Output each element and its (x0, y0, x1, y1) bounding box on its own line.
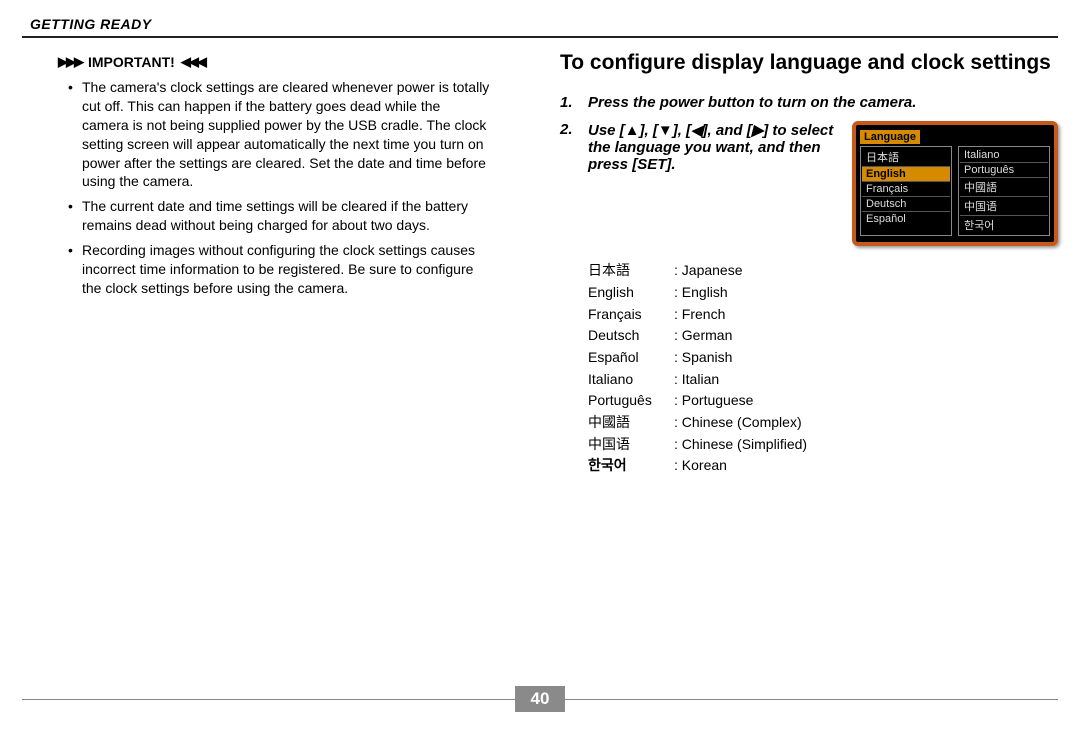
table-row: 한국어: Korean (588, 455, 1058, 477)
list-item: Recording images without configuring the… (82, 241, 490, 298)
screen-lang-item: 中国语 (960, 197, 1048, 216)
lang-native: Français (588, 304, 674, 326)
important-bullet-list: The camera's clock settings are cleared … (82, 78, 520, 298)
lang-native: Português (588, 390, 674, 412)
table-row: Español: Spanish (588, 347, 1058, 369)
table-row: 中国语: Chinese (Simplified) (588, 434, 1058, 456)
left-column: ▶▶▶ IMPORTANT! ◀◀◀ The camera's clock se… (22, 48, 520, 477)
table-row: Français: French (588, 304, 1058, 326)
step-1: 1. Press the power button to turn on the… (560, 94, 1058, 111)
screen-lang-col-left: 日本語 English Français Deutsch Español (860, 146, 952, 236)
right-column: To configure display language and clock … (560, 48, 1058, 477)
table-row: Italiano: Italian (588, 369, 1058, 391)
lang-native: 中國語 (588, 412, 674, 434)
screen-lang-item: Français (862, 182, 950, 197)
step-number: 1. (560, 94, 578, 111)
screen-lang-item: Italiano (960, 148, 1048, 163)
triangle-left-icon: ◀◀◀ (181, 54, 205, 70)
page-title: To configure display language and clock … (560, 50, 1058, 76)
screen-lang-item: Español (862, 212, 950, 226)
table-row: Português: Portuguese (588, 390, 1058, 412)
lang-desc: : Japanese (674, 260, 743, 282)
lang-native: English (588, 282, 674, 304)
table-row: 中國語: Chinese (Complex) (588, 412, 1058, 434)
footer-rule (565, 699, 1058, 700)
language-legend-table: 日本語: Japanese English: English Français:… (588, 260, 1058, 477)
lang-desc: : German (674, 325, 732, 347)
lang-native: 日本語 (588, 260, 674, 282)
screen-lang-item: Português (960, 163, 1048, 178)
screen-lang-item: 日本語 (862, 148, 950, 167)
lang-desc: : Chinese (Complex) (674, 412, 802, 434)
screen-lang-item-selected: English (862, 167, 950, 182)
triangle-right-icon: ▶▶▶ (58, 54, 82, 70)
list-item: The current date and time settings will … (82, 197, 490, 235)
lang-native: Deutsch (588, 325, 674, 347)
table-row: English: English (588, 282, 1058, 304)
step-2-text: Use [▲], [▼], [◀], and [▶] to select the… (588, 121, 836, 173)
page-footer: 40 (22, 686, 1058, 712)
important-label: IMPORTANT! (88, 54, 175, 70)
step-number: 2. (560, 121, 578, 246)
lang-native: Español (588, 347, 674, 369)
lang-native: Italiano (588, 369, 674, 391)
lang-desc: : Chinese (Simplified) (674, 434, 807, 456)
table-row: 日本語: Japanese (588, 260, 1058, 282)
list-item: The camera's clock settings are cleared … (82, 78, 490, 191)
table-row: Deutsch: German (588, 325, 1058, 347)
lang-desc: : Portuguese (674, 390, 753, 412)
lang-desc: : Korean (674, 455, 727, 477)
important-heading: ▶▶▶ IMPORTANT! ◀◀◀ (58, 54, 520, 70)
lang-native: 中国语 (588, 434, 674, 456)
footer-rule (22, 699, 515, 700)
lang-desc: : French (674, 304, 725, 326)
step-2: 2. Use [▲], [▼], [◀], and [▶] to select … (560, 121, 1058, 246)
lang-native: 한국어 (588, 455, 674, 477)
lang-desc: : English (674, 282, 728, 304)
lang-desc: : Italian (674, 369, 719, 391)
screen-lang-col-right: Italiano Português 中國語 中国语 한국어 (958, 146, 1050, 236)
screen-lang-item: 中國語 (960, 178, 1048, 197)
language-screen-illustration: Language 日本語 English Français Deutsch Es… (852, 121, 1058, 246)
page-number: 40 (515, 686, 566, 712)
screen-title: Language (860, 130, 920, 144)
lang-desc: : Spanish (674, 347, 732, 369)
section-header: GETTING READY (22, 16, 1058, 38)
screen-lang-item: Deutsch (862, 197, 950, 212)
screen-lang-item: 한국어 (960, 216, 1048, 234)
step-1-text: Press the power button to turn on the ca… (588, 94, 916, 111)
